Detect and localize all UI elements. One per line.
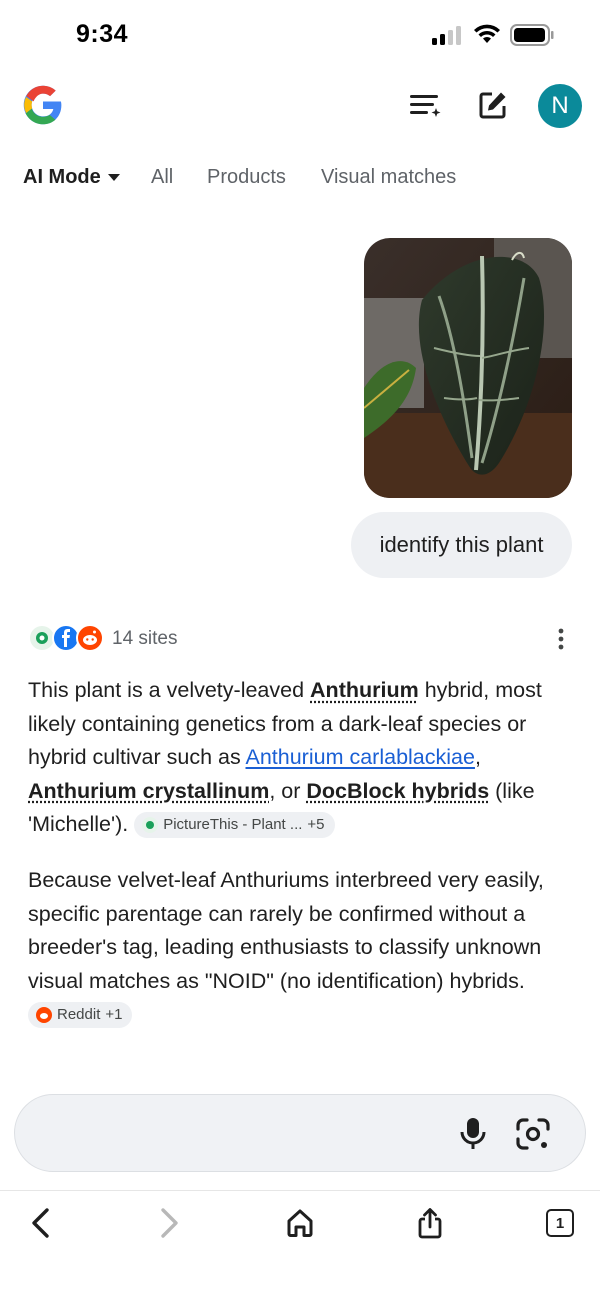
history-list-icon[interactable] bbox=[408, 88, 442, 122]
chevron-right-icon bbox=[161, 1208, 178, 1238]
reddit-source-icon bbox=[76, 624, 104, 652]
prompt-input-area bbox=[0, 1080, 600, 1190]
new-chat-edit-icon[interactable] bbox=[476, 88, 510, 122]
entity-anthurium[interactable]: Anthurium bbox=[310, 678, 419, 702]
prompt-input[interactable] bbox=[14, 1094, 586, 1172]
citation-chip-picturethis[interactable]: PictureThis - Plant ... +5 bbox=[134, 812, 335, 839]
search-mode-tabs: AI Mode All Products Visual matches bbox=[0, 160, 600, 196]
wifi-icon bbox=[474, 24, 500, 43]
top-header: N bbox=[0, 78, 600, 134]
entity-docblock-hybrids[interactable]: DocBlock hybrids bbox=[306, 779, 489, 803]
answer-text: This plant is a velvety-leaved bbox=[28, 678, 311, 702]
tab-products[interactable]: Products bbox=[207, 166, 286, 189]
google-lens-icon[interactable] bbox=[515, 1117, 551, 1151]
tab-count-badge: 1 bbox=[546, 1209, 574, 1237]
picturethis-icon bbox=[142, 817, 159, 834]
battery-icon bbox=[510, 24, 554, 46]
tab-ai-mode[interactable]: AI Mode bbox=[23, 166, 101, 189]
share-icon bbox=[418, 1208, 442, 1239]
cellular-signal-icon bbox=[432, 26, 461, 45]
chevron-left-icon bbox=[32, 1208, 49, 1238]
link-anthurium-carlablackiae[interactable]: Anthurium carlablackiae bbox=[246, 745, 475, 769]
answer-paragraph-2: Because velvet-leaf Anthuriums interbree… bbox=[28, 864, 584, 1032]
microphone-icon[interactable] bbox=[459, 1117, 487, 1151]
home-icon bbox=[287, 1209, 313, 1237]
home-button[interactable] bbox=[280, 1203, 320, 1243]
browser-bottom-toolbar: 1 bbox=[0, 1190, 600, 1298]
tab-all[interactable]: All bbox=[151, 166, 173, 189]
citation-chip-more: +5 bbox=[307, 816, 325, 834]
account-avatar[interactable]: N bbox=[538, 84, 582, 128]
reddit-icon bbox=[36, 1007, 52, 1024]
status-time: 9:34 bbox=[76, 20, 129, 48]
tab-visual-matches[interactable]: Visual matches bbox=[321, 166, 456, 189]
chevron-down-icon[interactable] bbox=[108, 174, 120, 181]
forward-button[interactable] bbox=[150, 1203, 190, 1243]
share-button[interactable] bbox=[410, 1203, 450, 1243]
sources-count: 14 sites bbox=[112, 628, 178, 649]
status-bar: 9:34 bbox=[0, 0, 600, 72]
sources-row[interactable]: 14 sites bbox=[28, 622, 578, 656]
answer-text: , or bbox=[269, 778, 307, 803]
citation-chip-more: +1 bbox=[105, 1006, 123, 1024]
user-query-bubble: identify this plant bbox=[351, 512, 572, 578]
citation-chip-reddit[interactable]: Reddit +1 bbox=[28, 1002, 133, 1029]
citation-chip-label: Reddit bbox=[57, 1006, 101, 1024]
answer-text: , bbox=[474, 745, 481, 769]
entity-anthurium-crystallinum[interactable]: Anthurium crystallinum bbox=[28, 779, 269, 803]
citation-chip-label: PictureThis - Plant ... bbox=[163, 816, 303, 834]
tabs-button[interactable]: 1 bbox=[540, 1203, 580, 1243]
back-button[interactable] bbox=[20, 1203, 60, 1243]
uploaded-plant-photo[interactable] bbox=[364, 238, 572, 498]
more-options-icon[interactable] bbox=[558, 628, 564, 650]
answer-paragraph-1: This plant is a velvety-leaved Anthurium… bbox=[28, 674, 584, 842]
google-logo-icon[interactable] bbox=[22, 84, 64, 126]
answer-text: Because velvet-leaf Anthuriums interbree… bbox=[28, 868, 544, 993]
